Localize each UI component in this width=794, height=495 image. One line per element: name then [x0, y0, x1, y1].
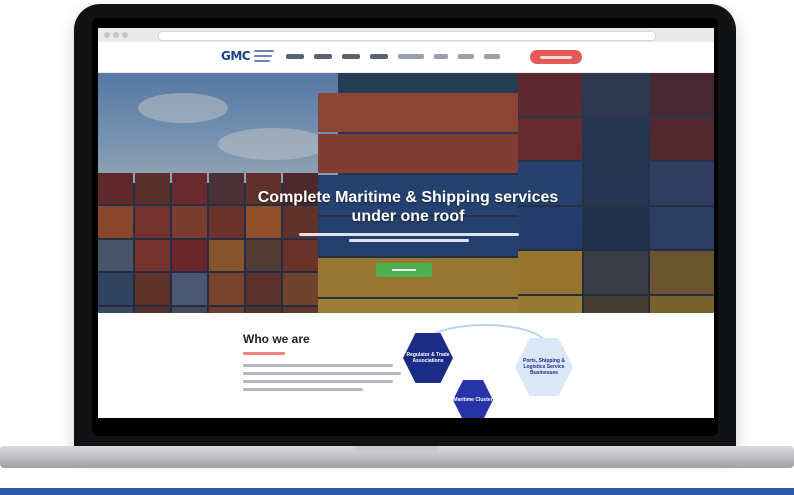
- cluster-diagram: Regulator & Trade Associations Maritime …: [403, 318, 583, 418]
- maximize-window-icon[interactable]: [122, 32, 128, 38]
- nav-item-6[interactable]: [434, 54, 448, 59]
- hex-regulators-label: Regulator & Trade Associations: [406, 352, 450, 364]
- about-title: Who we are: [243, 332, 310, 346]
- nav-item-3[interactable]: [342, 54, 360, 59]
- nav-item-8[interactable]: [484, 54, 500, 59]
- minimize-window-icon[interactable]: [113, 32, 119, 38]
- nav-item-7[interactable]: [458, 54, 474, 59]
- main-nav: [286, 54, 500, 59]
- logo-mark: GMC: [221, 49, 251, 63]
- hex-maritime-cluster-label: Maritime Cluster: [453, 397, 493, 403]
- about-title-accent: [243, 352, 285, 355]
- close-window-icon[interactable]: [104, 32, 110, 38]
- address-bar[interactable]: [158, 31, 656, 41]
- footer-accent-bar: [0, 488, 794, 495]
- nav-item-2[interactable]: [314, 54, 332, 59]
- nav-item-4[interactable]: [370, 54, 388, 59]
- logo-tagline: [252, 50, 276, 62]
- header-cta-button[interactable]: [530, 50, 582, 64]
- browser-toolbar: [98, 28, 714, 43]
- hex-maritime-cluster: Maritime Cluster: [453, 380, 493, 418]
- hex-ports-shipping-label: Ports, Shipping & Logistics Service Busi…: [523, 358, 565, 376]
- site-header: GMC: [98, 42, 714, 73]
- nav-item-1[interactable]: [286, 54, 304, 59]
- nav-item-5[interactable]: [398, 54, 424, 59]
- laptop-screen: GMC Complete Maritime & Shipping service…: [98, 28, 714, 418]
- hero-subtitle: [294, 233, 524, 251]
- hero-cta-button[interactable]: [376, 263, 432, 277]
- hero-title: Complete Maritime & Shipping services un…: [257, 189, 559, 225]
- window-controls: [104, 32, 128, 38]
- laptop-opening-notch: [355, 446, 439, 454]
- hero-banner: Complete Maritime & Shipping services un…: [98, 73, 714, 338]
- about-paragraph: [243, 364, 403, 396]
- site-logo[interactable]: GMC: [221, 49, 276, 63]
